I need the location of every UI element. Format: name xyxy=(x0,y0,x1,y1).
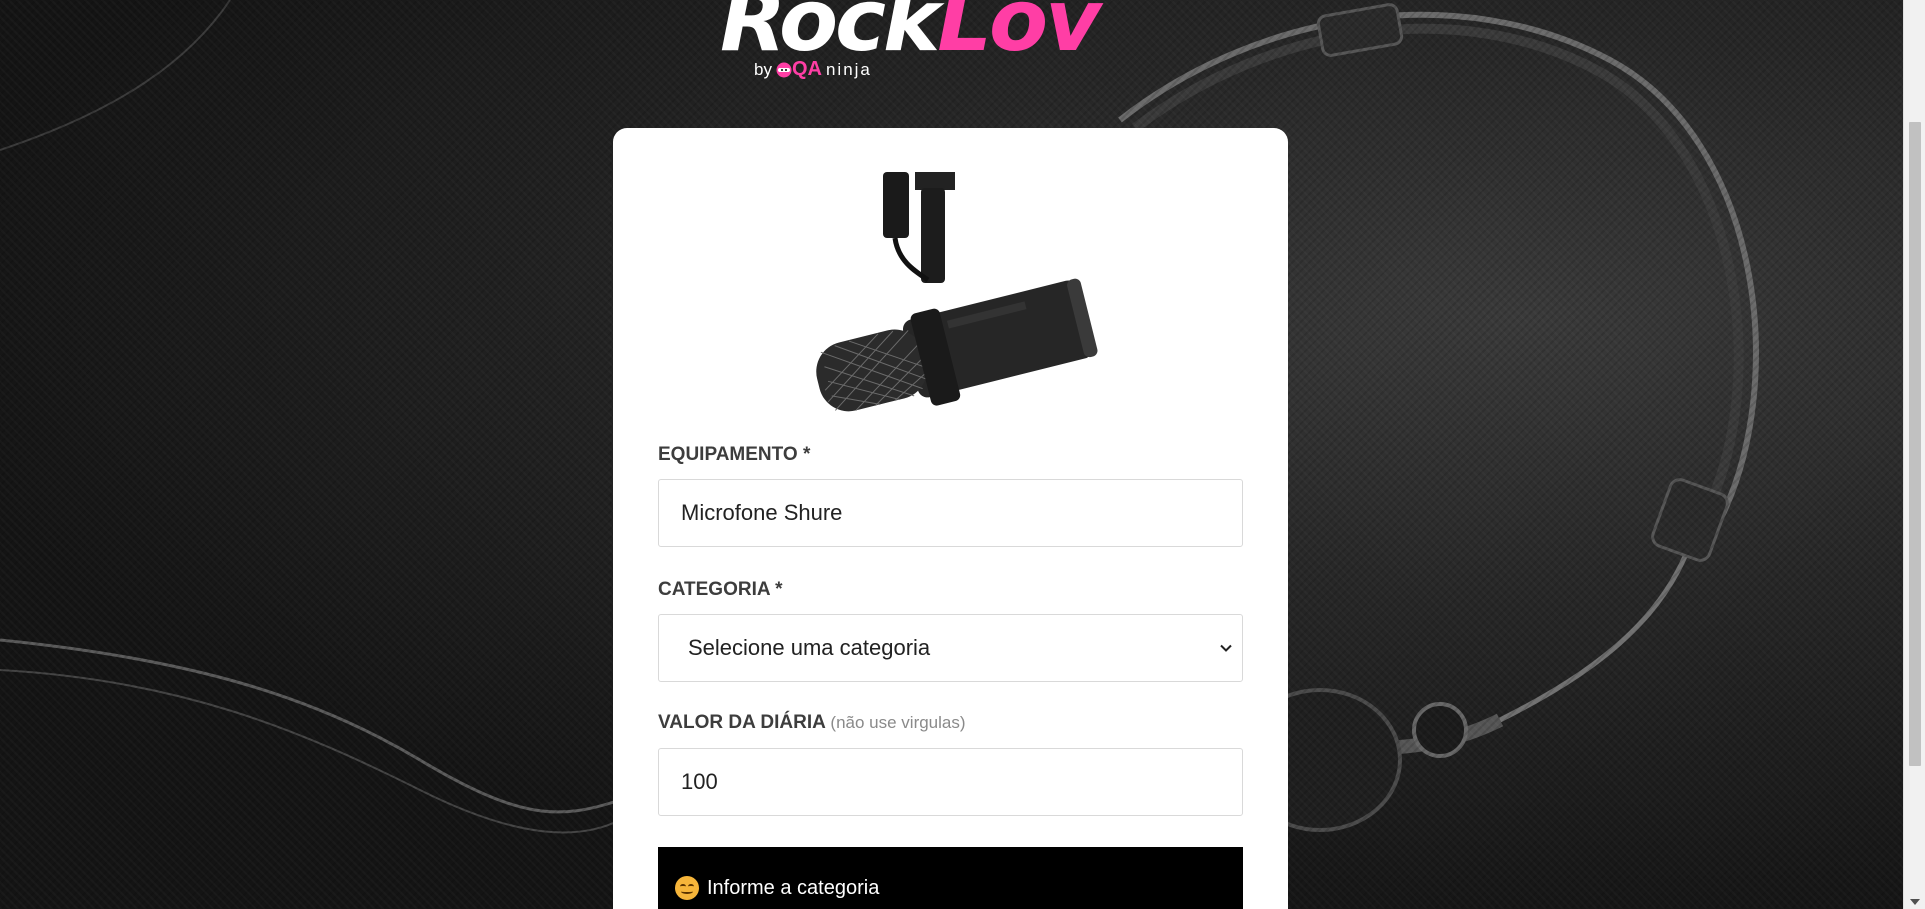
logo-by-text: by xyxy=(754,59,772,79)
vertical-scrollbar[interactable] xyxy=(1903,0,1925,909)
equipment-input[interactable]: Microfone Shure xyxy=(658,479,1243,547)
price-label: VALOR DA DIÁRIA (não use virgulas) xyxy=(658,712,966,734)
ninja-face-icon xyxy=(776,62,792,77)
logo-wordmark: RockLov xyxy=(720,0,1101,64)
qa-ninja-icon: QA xyxy=(776,58,822,81)
price-hint: (não use virgulas) xyxy=(830,713,966,732)
smiling-face-icon xyxy=(675,876,699,900)
logo-byline: by QA ninja xyxy=(754,58,872,81)
logo-ninja-text: ninja xyxy=(825,59,872,79)
price-input[interactable]: 100 xyxy=(658,748,1243,816)
scroll-down-arrow-icon[interactable] xyxy=(1910,899,1920,905)
product-image[interactable] xyxy=(803,170,1103,420)
equipment-form-card: EQUIPAMENTO * Microfone Shure CATEGORIA … xyxy=(613,128,1288,909)
microphone-icon xyxy=(816,172,1098,412)
validation-alert: Informe a categoria xyxy=(658,847,1243,909)
category-label: CATEGORIA * xyxy=(658,579,783,600)
price-input-value: 100 xyxy=(681,769,718,794)
category-select[interactable]: Selecione uma categoria xyxy=(658,614,1243,682)
logo-lov-text: Lov xyxy=(937,0,1101,71)
rocklov-logo[interactable]: RockLov by QA ninja xyxy=(720,0,1180,83)
alert-message: Informe a categoria xyxy=(707,876,880,899)
price-label-text: VALOR DA DIÁRIA xyxy=(658,712,826,733)
equipment-input-value: Microfone Shure xyxy=(681,500,843,525)
category-select-value: Selecione uma categoria xyxy=(688,635,931,660)
equipment-label: EQUIPAMENTO * xyxy=(658,444,811,465)
chevron-down-icon xyxy=(1220,644,1232,652)
logo-qa-text: QA xyxy=(791,58,822,80)
scrollbar-thumb[interactable] xyxy=(1909,122,1921,766)
